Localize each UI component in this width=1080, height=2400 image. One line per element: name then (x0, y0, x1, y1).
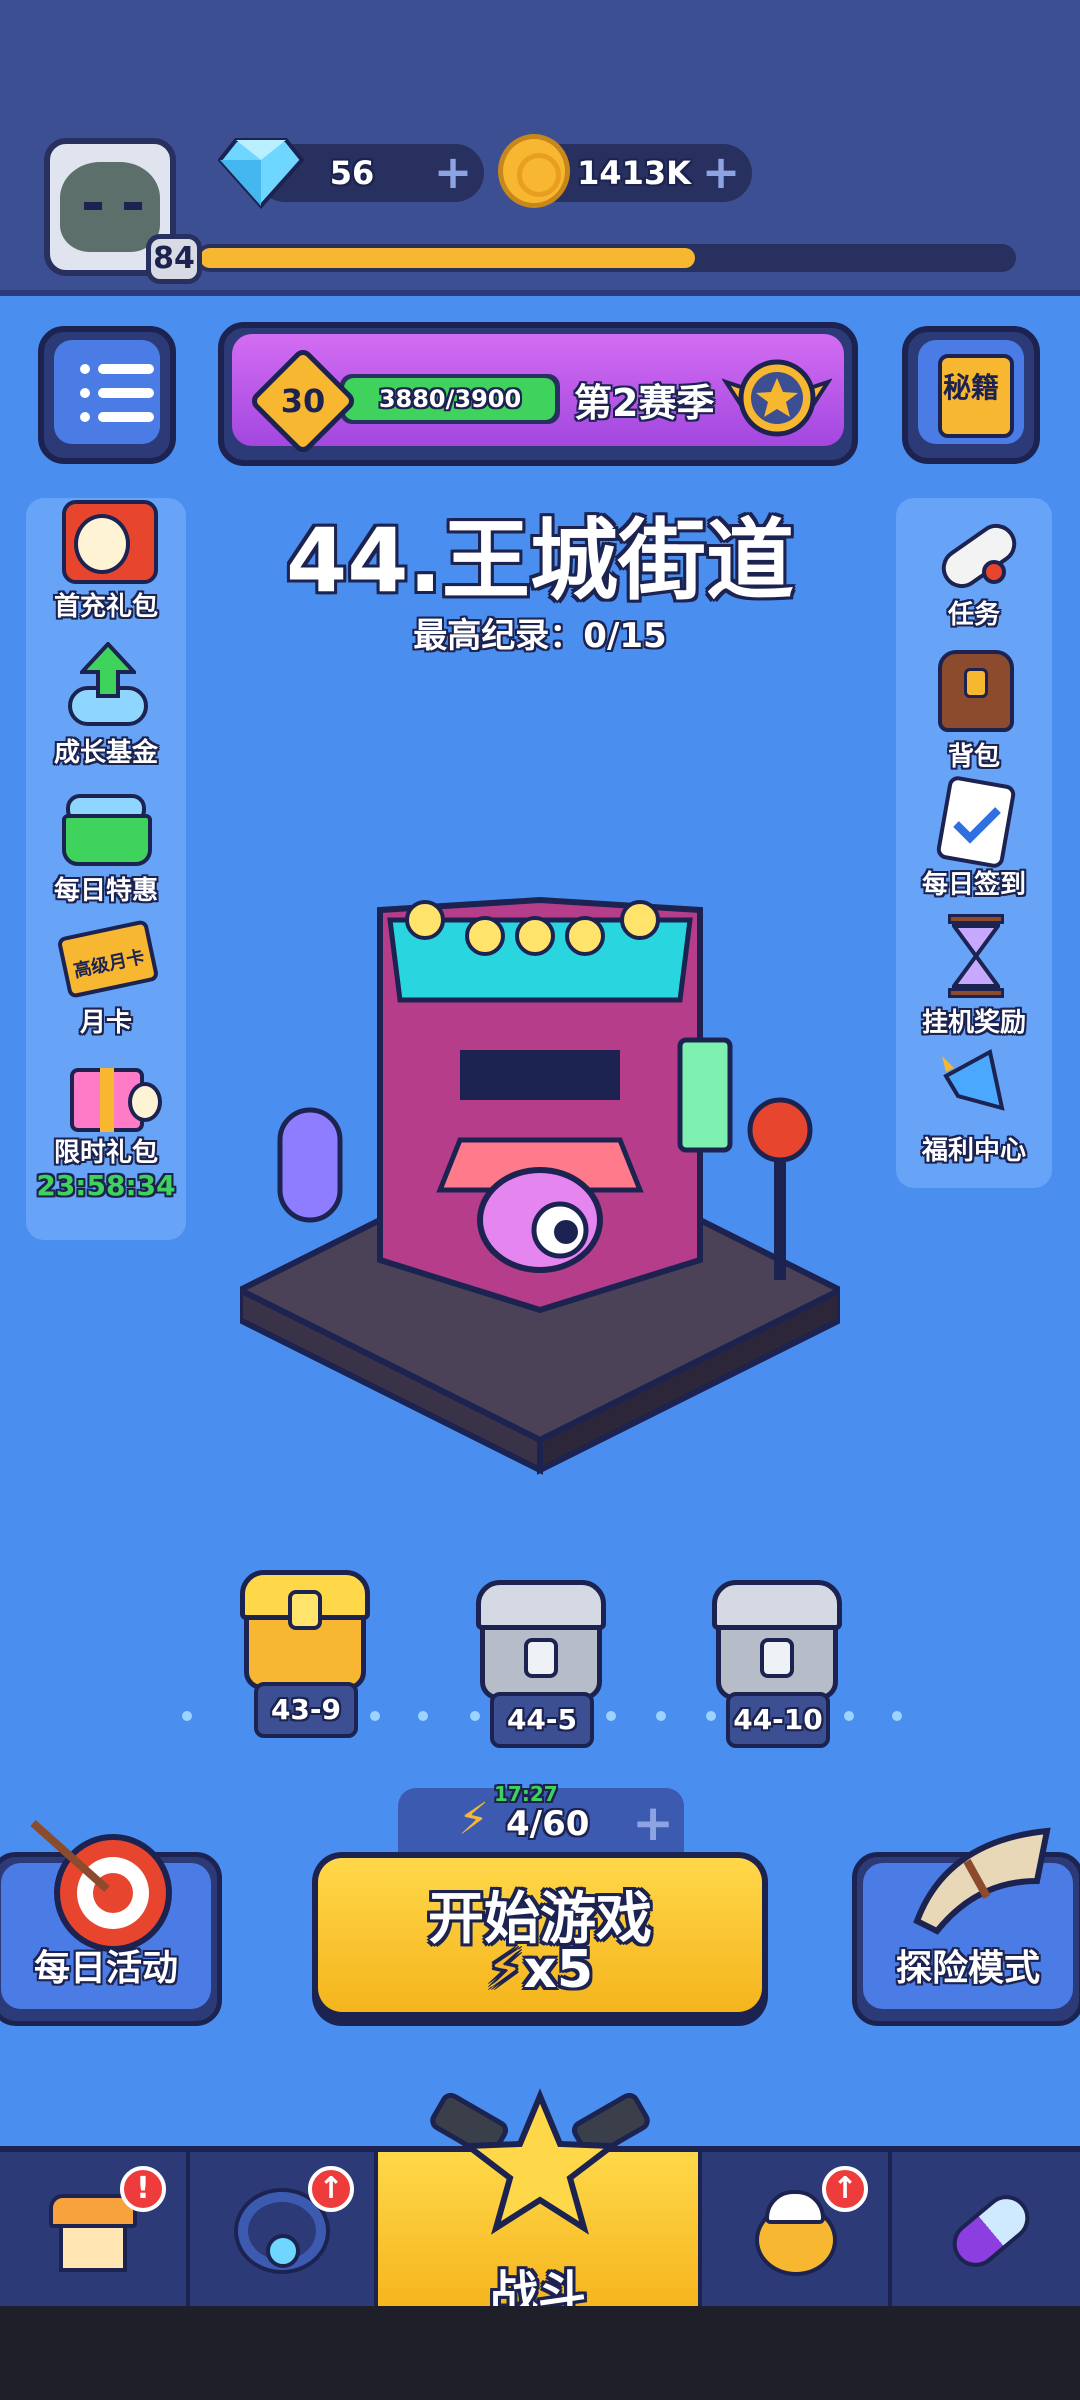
chest-reward-43-9[interactable]: 43-9 (240, 1570, 370, 1750)
diamond-icon (218, 138, 304, 210)
add-gems-button[interactable]: + (432, 149, 474, 195)
lightning-icon: ⚡ (486, 1940, 524, 2000)
monthly-card-button[interactable]: 高级月卡 月卡 (26, 912, 186, 1039)
welfare-center-label: 福利中心 (921, 1136, 1026, 1166)
stage-best-record: 最高纪录：0/15 (413, 616, 667, 656)
winged-star-medal-icon (722, 359, 832, 437)
season-progress-bar: 3880/3900 (340, 374, 560, 424)
add-energy-button[interactable]: + (632, 1794, 674, 1852)
player-level-badge: 84 (146, 234, 202, 284)
menu-button[interactable] (38, 326, 176, 464)
stage-diorama-illustration[interactable] (240, 880, 840, 1480)
daily-deal-label: 每日特惠 (53, 876, 158, 906)
chest-label: 43-9 (254, 1682, 358, 1738)
equipment-upgrade-badge: ↑ (308, 2166, 354, 2212)
coin-icon (498, 134, 570, 208)
gem-count: 56 (329, 154, 375, 192)
hourglass-icon (924, 912, 1024, 1002)
gift-box-icon (56, 1048, 162, 1138)
wolf-face-icon (60, 162, 160, 252)
start-game-cost: x5 (523, 1940, 594, 2000)
season-banner[interactable]: 3880/3900 30 第2赛季 (218, 322, 858, 466)
bottom-navigation: ! ↑ 战斗 ↑ (0, 2088, 1080, 2322)
daily-deal-button[interactable]: 每日特惠 (26, 780, 186, 907)
target-arrow-icon (30, 1820, 172, 1952)
clipboard-check-icon (924, 774, 1024, 870)
monthly-card-label: 月卡 (79, 1008, 132, 1038)
nav-tab-equipment[interactable]: ↑ (190, 2152, 378, 2312)
monthly-card-premium-text: 高级月卡 (71, 946, 147, 983)
energy-refill-timer: 17:27 (494, 1782, 558, 1806)
lightning-icon: ⚡ (458, 1794, 489, 1845)
system-navigation-bar (0, 2306, 1080, 2400)
basket-icon (56, 780, 156, 870)
season-level: 30 (280, 382, 326, 420)
megaphone-icon (924, 1040, 1024, 1130)
energy-count: 4/60 (506, 1804, 590, 1844)
growth-fund-label: 成长基金 (53, 738, 158, 768)
adventure-mode-button[interactable]: 探险模式 (852, 1827, 1080, 2026)
shop-alert-badge: ! (120, 2166, 166, 2212)
backpack-label: 背包 (947, 742, 1000, 772)
nav-tab-shop[interactable]: ! (0, 2152, 190, 2312)
chest-reward-44-5[interactable]: 44-5 (476, 1580, 606, 1760)
card-icon: 高级月卡 (56, 912, 160, 1002)
adventure-mode-label: 探险模式 (895, 1948, 1040, 1989)
daily-activity-button[interactable]: 每日活动 (0, 1820, 222, 2026)
backpack-button[interactable]: 背包 (894, 646, 1054, 773)
limited-pack-timer: 23:58:34 (36, 1169, 176, 1202)
capsule-icon (936, 2182, 1039, 2282)
backpack-icon (924, 646, 1024, 736)
idle-reward-button[interactable]: 挂机奖励 (894, 912, 1054, 1039)
horn-icon (913, 1827, 1051, 1935)
top-bar: 84 56 + 1413K + (0, 0, 1080, 296)
xp-progress-fill (200, 248, 695, 268)
limited-pack-button[interactable]: 限时礼包 23:58:34 (26, 1048, 186, 1202)
secret-book-button[interactable]: 秘籍 (902, 326, 1040, 464)
pets-upgrade-badge: ↑ (822, 2166, 868, 2212)
chest-label: 44-5 (490, 1692, 594, 1748)
chest-reward-44-10[interactable]: 44-10 (712, 1580, 842, 1760)
energy-bar: 17:27 ⚡ 4/60 + (398, 1782, 684, 1854)
daily-signin-button[interactable]: 每日签到 (894, 774, 1054, 901)
welfare-center-button[interactable]: 福利中心 (894, 1040, 1054, 1167)
daily-signin-label: 每日签到 (921, 870, 1026, 900)
stage-title: 44.王城街道 (286, 509, 794, 612)
growth-fund-button[interactable]: 成长基金 (26, 642, 186, 769)
season-progress-text: 3880/3900 (378, 385, 522, 413)
xp-progress-bar (196, 244, 1016, 272)
coin-count: 1413K (577, 154, 691, 192)
secret-book-label: 秘籍 (942, 371, 999, 404)
idle-reward-label: 挂机奖励 (921, 1008, 1026, 1038)
list-menu-icon (54, 340, 160, 444)
nav-tab-pets[interactable]: ↑ (702, 2152, 892, 2312)
chest-label: 44-10 (726, 1692, 830, 1748)
star-cannon-icon (430, 2088, 650, 2235)
season-name: 第2赛季 (574, 381, 715, 425)
add-coins-button[interactable]: + (700, 149, 742, 195)
nav-tab-battle[interactable]: 战斗 (378, 2088, 702, 2322)
daily-activity-label: 每日活动 (33, 1948, 178, 1989)
start-game-button[interactable]: 开始游戏 ⚡x5 (312, 1852, 768, 2026)
nav-tab-items[interactable] (892, 2152, 1080, 2312)
